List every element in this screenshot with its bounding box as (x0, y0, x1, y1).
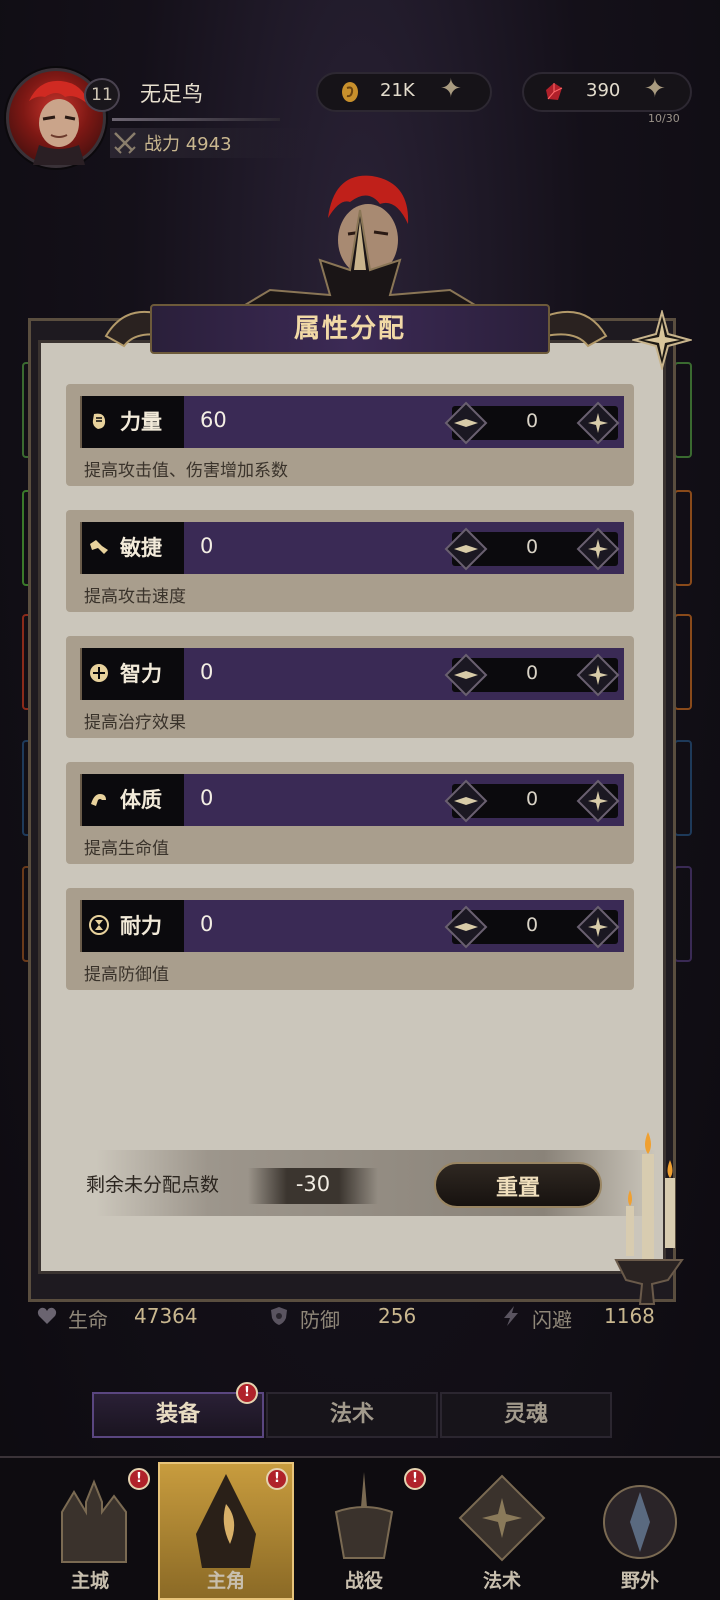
increase-button[interactable] (576, 653, 620, 697)
fist-icon (92, 413, 106, 429)
allocation-value: 0 (525, 788, 539, 810)
ornament-crown-icon (236, 209, 484, 309)
side-slot-orange-r2 (674, 614, 692, 710)
side-slot-purple-r (674, 866, 692, 962)
allocation-value: 0 (525, 662, 539, 684)
subtab-soul[interactable]: 灵魂 (440, 1392, 612, 1438)
shield-icon (271, 1307, 287, 1325)
increase-button[interactable] (576, 527, 620, 571)
nav-main-city-label: 主城 (70, 1570, 109, 1592)
gold-amount: 21K (380, 80, 415, 101)
nav-main-city-badge: ! (128, 1468, 150, 1490)
dodge-label: 闪避 (532, 1308, 572, 1332)
nav-hero-badge: ! (266, 1468, 288, 1490)
attribute-value: 60 (200, 408, 227, 432)
gold-coin-icon (342, 82, 358, 102)
attribute-value: 0 (200, 786, 214, 810)
star-rune-icon (458, 1474, 546, 1562)
decrease-button[interactable] (444, 905, 488, 949)
hp-value: 47364 (134, 1304, 198, 1328)
attribute-value: 0 (200, 912, 214, 936)
heart-icon (37, 1307, 57, 1324)
dash-icon (90, 540, 108, 554)
decrease-button[interactable] (444, 401, 488, 445)
defense-value: 256 (378, 1304, 417, 1328)
subtab-equipment-badge: ! (236, 1382, 258, 1404)
reset-button-label[interactable]: 重置 (434, 1170, 602, 1202)
close-star-button[interactable] (632, 310, 692, 370)
hp-label: 生命 (68, 1308, 108, 1332)
name-underline (112, 118, 280, 121)
nav-wild-label: 野外 (620, 1570, 659, 1592)
hourglass-icon (89, 915, 109, 935)
arm-icon (91, 794, 106, 806)
allocation-value: 0 (525, 410, 539, 432)
attribute-label: 体质 (120, 788, 162, 812)
attribute-label: 智力 (120, 662, 162, 686)
increase-button[interactable] (576, 401, 620, 445)
increase-button[interactable] (576, 779, 620, 823)
dodge-value: 1168 (604, 1304, 655, 1328)
decrease-button[interactable] (444, 527, 488, 571)
attribute-value: 0 (200, 534, 214, 558)
side-slot-orange-r (674, 490, 692, 586)
subtab-spells[interactable]: 法术 (266, 1392, 438, 1438)
remaining-points-label: 剩余未分配点数 (86, 1174, 220, 1196)
attribute-description: 提高防御值 (84, 965, 169, 985)
attribute-description: 提高生命值 (84, 839, 169, 859)
remaining-points-value: -30 (295, 1172, 331, 1196)
nav-spells-label: 法术 (482, 1570, 521, 1592)
nav-hero-label: 主角 (206, 1570, 245, 1592)
lock-compass-icon (603, 1485, 677, 1559)
red-gem-icon (546, 83, 563, 100)
player-name: 无足鸟 (140, 82, 203, 106)
combat-power: 战力 4943 (144, 134, 232, 155)
add-gold-button[interactable]: ✦ (440, 74, 462, 104)
nav-campaign-label: 战役 (344, 1570, 383, 1592)
increase-button[interactable] (576, 905, 620, 949)
gem-amount: 390 (586, 80, 621, 101)
defense-label: 防御 (300, 1308, 340, 1332)
decrease-button[interactable] (444, 779, 488, 823)
nav-campaign-badge: ! (404, 1468, 426, 1490)
side-slot-blue-r (674, 740, 692, 836)
attribute-label: 力量 (120, 410, 162, 434)
crossed-swords-icon (114, 132, 136, 154)
allocation-value: 0 (525, 914, 539, 936)
side-slot-green-r (674, 362, 692, 458)
lightning-icon (504, 1306, 518, 1326)
attribute-description: 提高攻击值、伤害增加系数 (84, 461, 288, 481)
player-level: 11 (84, 78, 120, 112)
stamina-counter: 10/30 (648, 112, 680, 125)
attribute-description: 提高攻击速度 (84, 587, 186, 607)
panel-title: 属性分配 (293, 314, 406, 344)
attribute-value: 0 (200, 660, 214, 684)
decrease-button[interactable] (444, 653, 488, 697)
candle-decoration-icon (614, 1132, 684, 1305)
attribute-label: 耐力 (120, 914, 162, 938)
attribute-description: 提高治疗效果 (84, 713, 186, 733)
add-gem-button[interactable]: ✦ (644, 74, 666, 104)
allocation-value: 0 (525, 536, 539, 558)
mind-icon (90, 664, 108, 682)
attribute-label: 敏捷 (120, 536, 162, 560)
